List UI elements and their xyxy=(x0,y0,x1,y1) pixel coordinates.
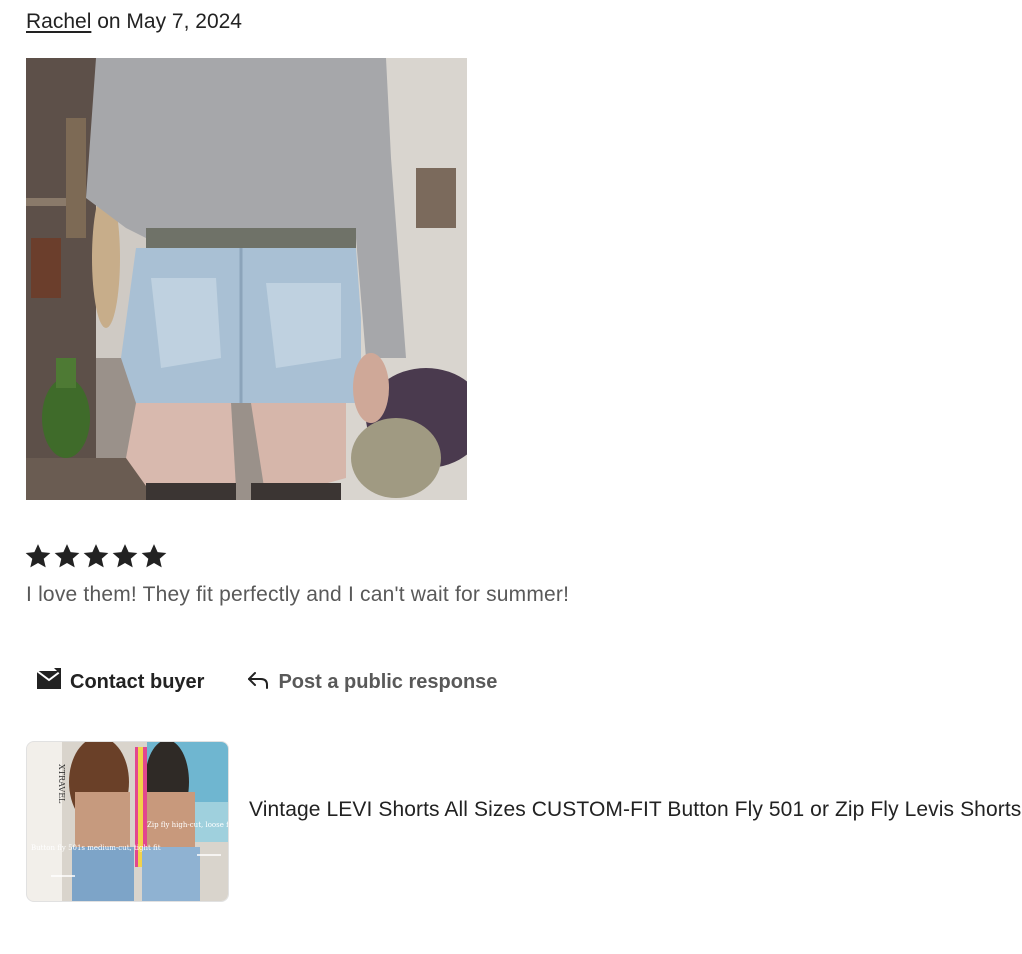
post-public-response-label: Post a public response xyxy=(278,670,498,693)
listing-thumbnail-image: XTRAVEL Button fly 501s medium-cut, tigh… xyxy=(27,742,229,901)
review-date: on May 7, 2024 xyxy=(97,10,242,33)
review-actions: Contact buyer Post a public response xyxy=(26,662,507,702)
star-icon xyxy=(25,544,51,568)
reviewer-name-link[interactable]: Rachel xyxy=(26,10,91,33)
star-icon xyxy=(141,544,167,568)
star-icon xyxy=(83,544,109,568)
contact-buyer-label: Contact buyer xyxy=(70,670,205,693)
reply-arrow-icon xyxy=(246,668,270,696)
listing-thumbnail[interactable]: XTRAVEL Button fly 501s medium-cut, tigh… xyxy=(26,741,229,902)
star-icon xyxy=(112,544,138,568)
review-text: I love them! They fit perfectly and I ca… xyxy=(26,583,570,606)
post-public-response-button[interactable]: Post a public response xyxy=(236,662,507,702)
listing-title-link[interactable]: Vintage LEVI Shorts All Sizes CUSTOM-FIT… xyxy=(249,794,1022,825)
thumb-left-caption: Button fly 501s medium-cut, tight fit xyxy=(31,844,161,852)
contact-buyer-button[interactable]: Contact buyer xyxy=(26,662,236,702)
review-photo-image xyxy=(26,58,467,500)
envelope-icon xyxy=(36,668,62,696)
review-header: Rachel on May 7, 2024 xyxy=(26,8,242,36)
thumb-brand-text: XTRAVEL xyxy=(57,764,66,804)
star-rating xyxy=(24,542,168,570)
star-icon xyxy=(54,544,80,568)
review-photo[interactable] xyxy=(26,58,467,500)
thumb-right-caption: Zip fly high-cut, loose fit xyxy=(147,821,229,829)
